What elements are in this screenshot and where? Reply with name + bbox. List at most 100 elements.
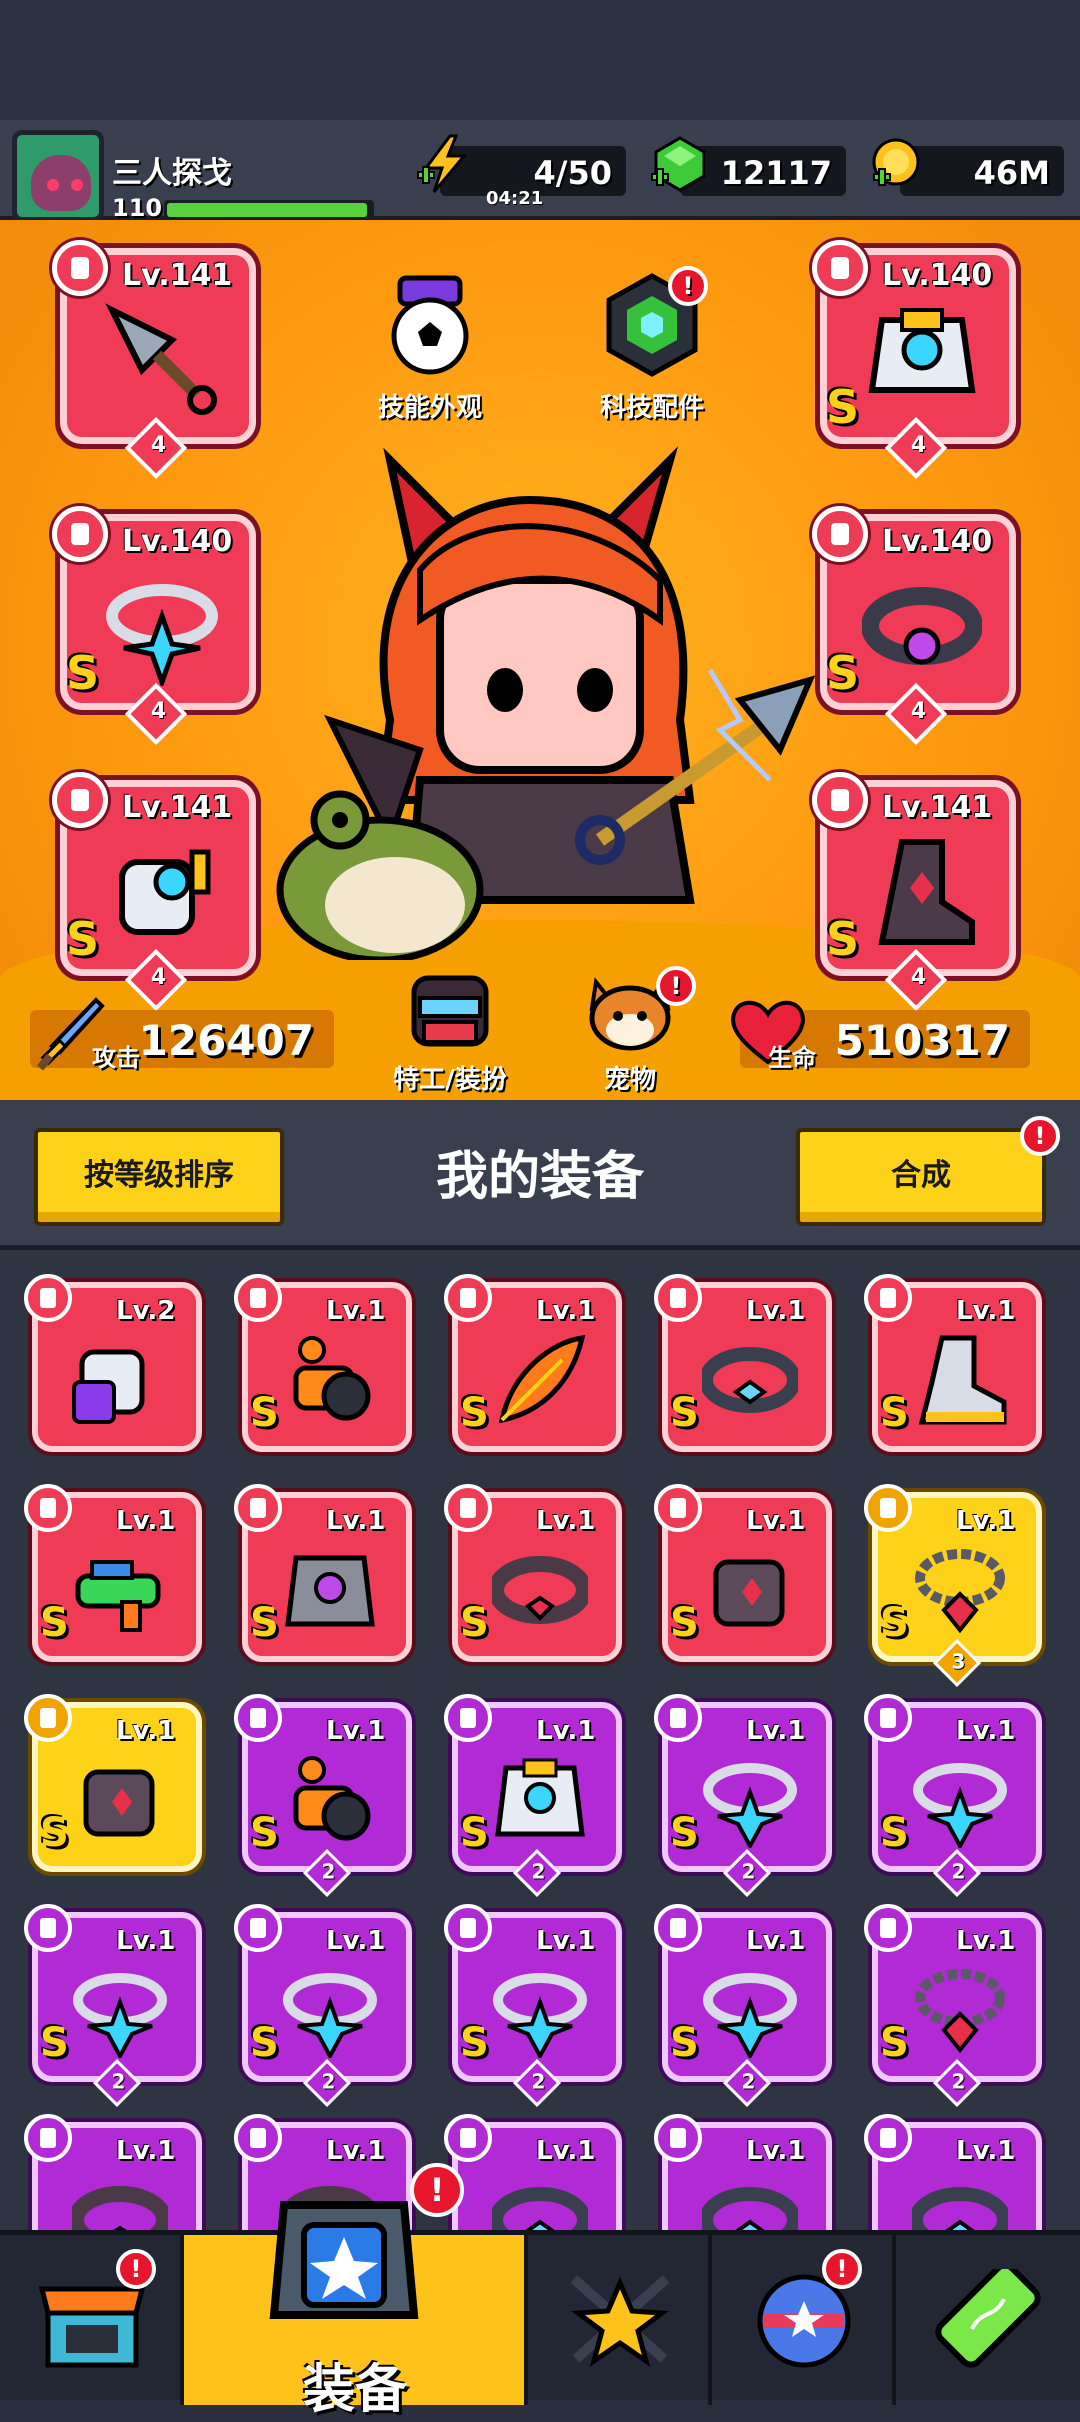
item-level: Lv.1	[746, 2136, 806, 2166]
item-count: 2	[531, 2069, 546, 2094]
inventory-item[interactable]: Lv.1 S 2	[864, 1694, 1048, 1898]
player-avatar[interactable]	[12, 130, 104, 222]
water-gun-icon	[75, 1560, 161, 1632]
inventory-item[interactable]: Lv.1 S	[444, 1484, 628, 1668]
avatar-eye-right	[71, 179, 83, 191]
category-icon	[654, 1484, 702, 1532]
category-icon	[654, 1694, 702, 1742]
category-icon	[864, 1274, 912, 1322]
inventory-item[interactable]: Lv.1 S	[654, 1484, 838, 1668]
equipped-slot-boots[interactable]: Lv.141 S 4	[812, 772, 1022, 1012]
nav-gene[interactable]	[896, 2235, 1080, 2405]
category-icon	[234, 1484, 282, 1532]
inventory-item[interactable]: Lv.1 S	[234, 1274, 418, 1458]
gem-icon	[651, 136, 706, 192]
pets-alert-badge: !	[822, 2249, 862, 2289]
gauntlet-icon	[83, 1769, 155, 1837]
inventory-item[interactable]: Lv.1 S 2	[234, 1694, 418, 1898]
category-icon	[864, 1694, 912, 1742]
item-level: Lv.1	[956, 1296, 1016, 1326]
slot-level: Lv.141	[122, 790, 233, 825]
star-necklace-icon	[703, 1973, 797, 2058]
item-level: Lv.1	[536, 1926, 596, 1956]
equipped-slot-necklace[interactable]: Lv.140 S 4	[52, 506, 262, 746]
inventory-item[interactable]: Lv.1 S	[654, 1274, 838, 1458]
item-count: 2	[321, 1859, 336, 1884]
item-level: Lv.1	[536, 1506, 596, 1536]
inventory-item[interactable]: Lv.1 S	[24, 1694, 208, 1878]
category-icon	[864, 2114, 912, 2162]
slot-level: Lv.141	[122, 258, 233, 293]
slot-level: Lv.140	[122, 524, 233, 559]
tech-parts-button[interactable]: 科技配件 !	[582, 266, 722, 424]
inventory-item[interactable]: Lv.1 S 2	[864, 1904, 1048, 2108]
agent-outfit-button[interactable]: 特工/装扮	[370, 972, 530, 1096]
hero-stage: Lv.141 4 Lv.140 S 4 Lv.141 S 4 Lv.140 S …	[0, 220, 1080, 1100]
rank-label: S	[880, 1600, 909, 1646]
star-swords-icon	[570, 2275, 670, 2367]
rank-label: S	[460, 1390, 489, 1436]
category-icon	[654, 2114, 702, 2162]
category-icon	[24, 1484, 72, 1532]
equipped-slot-gloves[interactable]: Lv.141 S 4	[52, 772, 262, 1012]
nav-heroes[interactable]	[528, 2235, 712, 2405]
feather-icon	[498, 1335, 586, 1424]
equipment-alert-badge: !	[410, 2163, 464, 2217]
energy-bolt-icon	[417, 134, 468, 193]
category-icon	[444, 2114, 492, 2162]
merge-button[interactable]: 合成	[796, 1128, 1046, 1226]
inventory-item[interactable]: Lv.1 S	[24, 1484, 208, 1668]
gauntlet-icon	[713, 1559, 785, 1627]
rank-label: S	[826, 380, 860, 434]
category-icon	[654, 1904, 702, 1952]
frog-pet[interactable]	[270, 780, 490, 960]
item-level: Lv.1	[746, 1716, 806, 1746]
kunai-icon	[102, 300, 222, 420]
pet-button[interactable]: 宠物 !	[560, 966, 700, 1096]
star-count: 4	[910, 965, 927, 991]
item-level: Lv.1	[326, 1926, 386, 1956]
inventory-item[interactable]: Lv.1 S	[444, 1274, 628, 1458]
inventory-item[interactable]: Lv.1 S 2	[234, 1904, 418, 2108]
rank-label: S	[66, 646, 100, 700]
necklace-category-icon	[52, 506, 108, 562]
inventory-item[interactable]: Lv.1 S 2	[444, 1694, 628, 1898]
nav-shop[interactable]: !	[0, 2235, 184, 2405]
armor-icon	[862, 300, 982, 420]
item-count: 2	[951, 1859, 966, 1884]
skill-skin-button[interactable]: 技能外观	[360, 270, 500, 424]
equipped-slot-armor[interactable]: Lv.140 S 4	[812, 240, 1022, 480]
attack-label: 攻击	[92, 1044, 140, 1072]
xp-bar-fill	[167, 203, 367, 217]
inventory-item[interactable]: Lv.1 S 2	[654, 1904, 838, 2108]
star-count: 4	[150, 433, 167, 459]
player-name: 三人探戈	[112, 156, 232, 191]
attack-value: 126407	[138, 1016, 314, 1065]
rank-label: S	[880, 1810, 909, 1856]
shop-alert-badge: !	[116, 2249, 156, 2289]
category-icon	[864, 1904, 912, 1952]
xp-bar	[164, 200, 374, 220]
rank-label: S	[670, 1600, 699, 1646]
inventory-item[interactable]: Lv.1 S 2	[24, 1904, 208, 2108]
category-icon	[234, 1274, 282, 1322]
inventory-item[interactable]: Lv.1 S	[234, 1484, 418, 1668]
inventory-item[interactable]: Lv.1 S 3	[864, 1484, 1048, 1688]
sort-by-level-button[interactable]: 按等级排序	[34, 1128, 284, 1226]
inventory-item[interactable]: Lv.1 S 2	[444, 1904, 628, 2108]
slot-level: Lv.140	[882, 524, 993, 559]
rank-label: S	[670, 1390, 699, 1436]
inventory-item[interactable]: Lv.1 S	[864, 1274, 1048, 1458]
gauntlet-icon	[102, 832, 222, 952]
equipped-slot-weapon[interactable]: Lv.141 4	[52, 240, 262, 480]
item-level: Lv.1	[536, 1716, 596, 1746]
inventory-item[interactable]: Lv.2	[24, 1274, 208, 1458]
inventory-item[interactable]: Lv.1 S 2	[654, 1694, 838, 1898]
item-level: Lv.1	[116, 2136, 176, 2166]
category-icon	[234, 1904, 282, 1952]
nav-equipment-label: 装备	[302, 2360, 407, 2420]
item-count: 2	[321, 2069, 336, 2094]
equipped-slot-belt[interactable]: Lv.140 S 4	[812, 506, 1022, 746]
nav-pets[interactable]: !	[712, 2235, 896, 2405]
boots-category-icon	[812, 772, 868, 828]
